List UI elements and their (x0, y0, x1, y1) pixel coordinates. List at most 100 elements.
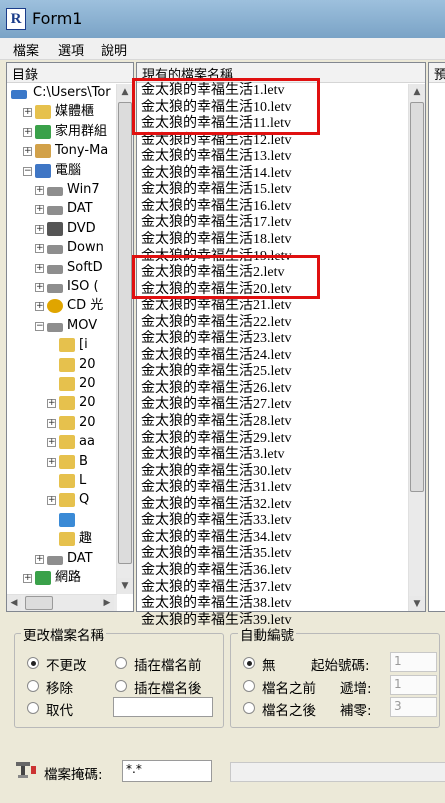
tree-horizontal-scrollbar[interactable]: ◀ ▶ (7, 594, 117, 611)
file-mask-label: 檔案掩碼: (44, 767, 103, 783)
expand-icon[interactable]: + (35, 205, 44, 215)
radio-replace[interactable] (27, 702, 39, 714)
expand-icon[interactable]: + (23, 147, 32, 157)
drive-icon (47, 264, 63, 274)
rename-group-legend: 更改檔案名稱 (21, 624, 106, 644)
collapse-icon[interactable]: − (23, 166, 32, 176)
radio-insert-before[interactable] (115, 657, 127, 669)
file-list-item[interactable]: 金太狼的幸福生活15.letv (141, 182, 292, 199)
expand-icon[interactable]: + (35, 283, 44, 292)
scroll-down-icon[interactable]: ▼ (409, 596, 425, 611)
file-list-item[interactable]: 金太狼的幸福生活33.letv (141, 513, 292, 530)
expand-icon[interactable]: + (47, 496, 56, 506)
file-list-item[interactable]: 金太狼的幸福生活26.letv (141, 381, 292, 398)
computer-icon (35, 163, 51, 178)
radio-remove[interactable] (27, 680, 39, 692)
file-list-item[interactable]: 金太狼的幸福生活38.letv (141, 596, 292, 613)
increment-label: 遞增: (340, 681, 372, 697)
expand-icon[interactable]: + (23, 127, 32, 137)
file-list-item[interactable]: 金太狼的幸福生活28.letv (141, 414, 292, 431)
file-list-item[interactable]: 金太狼的幸福生活30.letv (141, 464, 292, 481)
increment-input[interactable]: 1 (390, 675, 437, 695)
radio-label: 插在檔名前 (134, 658, 202, 674)
radio-no-change[interactable] (27, 657, 39, 669)
file-list-item[interactable]: 金太狼的幸福生活18.letv (141, 232, 292, 249)
menu-options[interactable]: 選項 (58, 40, 84, 59)
scroll-down-icon[interactable]: ▼ (117, 578, 133, 594)
scroll-up-icon[interactable]: ▲ (117, 84, 133, 100)
expand-icon[interactable]: + (35, 302, 44, 312)
radio-label: 檔名之前 (262, 681, 316, 697)
file-list-item[interactable]: 金太狼的幸福生活3.letv (141, 447, 285, 464)
folder-icon (59, 493, 75, 508)
file-list-item[interactable]: 金太狼的幸福生活35.letv (141, 546, 292, 563)
radio-before-name[interactable] (243, 680, 255, 692)
tree-node-label: B (79, 453, 88, 469)
highlight-box (132, 255, 320, 299)
folder-icon (59, 454, 75, 469)
radio-after-name[interactable] (243, 702, 255, 714)
expand-icon[interactable]: + (35, 554, 44, 564)
scroll-thumb[interactable] (118, 102, 132, 564)
file-list-item[interactable]: 金太狼的幸福生活14.letv (141, 166, 292, 183)
expand-icon[interactable]: + (35, 186, 44, 195)
file-list-item[interactable]: 金太狼的幸福生活29.letv (141, 431, 292, 448)
tree-node-label: 20 (79, 356, 96, 372)
expand-icon[interactable]: + (47, 457, 56, 467)
radio-insert-after[interactable] (115, 680, 127, 692)
app-icon: R (6, 8, 26, 30)
file-list-item[interactable]: 金太狼的幸福生活37.letv (141, 580, 292, 597)
menu-help[interactable]: 說明 (101, 40, 127, 59)
expand-icon[interactable]: + (35, 263, 44, 273)
tree-node-label: Tony-Ma (55, 143, 109, 159)
file-list-item[interactable]: 金太狼的幸福生活27.letv (141, 397, 292, 414)
expand-icon[interactable]: + (23, 574, 32, 583)
drive-icon (11, 90, 27, 99)
zero-pad-input[interactable]: 3 (390, 697, 437, 717)
scroll-thumb[interactable] (410, 102, 424, 492)
menu-file[interactable]: 檔案 (13, 40, 39, 59)
radio-label: 不更改 (46, 658, 87, 674)
tree-vertical-scrollbar[interactable]: ▲ ▼ (116, 84, 133, 594)
file-list-item[interactable]: 金太狼的幸福生活31.letv (141, 480, 292, 497)
window-title: Form1 (32, 9, 83, 28)
file-list-item[interactable]: 金太狼的幸福生活23.letv (141, 331, 292, 348)
replace-input[interactable] (113, 697, 213, 717)
file-list-item[interactable]: 金太狼的幸福生活16.letv (141, 199, 292, 216)
status-bar (230, 762, 445, 782)
file-list-item[interactable]: 金太狼的幸福生活25.letv (141, 364, 292, 381)
file-list-item[interactable]: 金太狼的幸福生活34.letv (141, 530, 292, 547)
expand-icon[interactable]: + (47, 418, 56, 428)
file-list-item[interactable]: 金太狼的幸福生活13.letv (141, 149, 292, 166)
highlight-box (132, 78, 320, 135)
radio-label: 檔名之後 (262, 703, 316, 719)
file-list-vertical-scrollbar[interactable]: ▲ ▼ (408, 84, 425, 611)
folder-open-icon (59, 512, 75, 527)
expand-icon[interactable]: + (35, 224, 44, 234)
expand-icon[interactable]: + (23, 108, 32, 118)
file-list-item[interactable]: 金太狼的幸福生活22.letv (141, 315, 292, 332)
scroll-up-icon[interactable]: ▲ (409, 84, 425, 100)
scroll-right-icon[interactable]: ▶ (100, 595, 114, 611)
file-list-item[interactable]: 金太狼的幸福生活17.letv (141, 215, 292, 232)
file-list-item[interactable]: 金太狼的幸福生活32.letv (141, 497, 292, 514)
drive-icon (47, 555, 63, 565)
drive-icon (47, 245, 63, 255)
file-mask-input[interactable]: *.* (122, 760, 212, 782)
collapse-icon[interactable]: − (35, 321, 44, 331)
cd-icon (47, 299, 63, 314)
tree-node-label: aa (79, 434, 95, 450)
drive-icon (47, 284, 63, 293)
file-list-item[interactable]: 金太狼的幸福生活24.letv (141, 348, 292, 365)
tree-node-label: [i (79, 337, 88, 353)
file-list-item[interactable]: 金太狼的幸福生活36.letv (141, 563, 292, 580)
expand-icon[interactable]: + (35, 244, 44, 254)
file-list-item[interactable]: 金太狼的幸福生活12.letv (141, 133, 292, 150)
file-list-item[interactable]: 金太狼的幸福生活21.letv (141, 298, 292, 315)
expand-icon[interactable]: + (47, 438, 56, 448)
expand-icon[interactable]: + (47, 399, 56, 409)
hscroll-thumb[interactable] (25, 596, 53, 610)
start-number-input[interactable]: 1 (390, 652, 437, 672)
scroll-left-icon[interactable]: ◀ (7, 595, 21, 611)
radio-none[interactable] (243, 657, 255, 669)
